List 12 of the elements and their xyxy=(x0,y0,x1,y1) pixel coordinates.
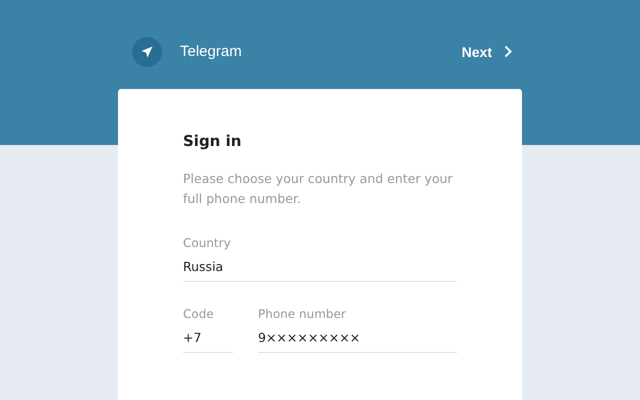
country-field[interactable]: Russia xyxy=(183,251,457,282)
app-name: Telegram xyxy=(180,43,242,60)
phone-field[interactable]: 9××××××××× xyxy=(258,322,457,353)
paper-plane-icon xyxy=(132,36,162,66)
description-text: Please choose your country and enter your full phone number. xyxy=(183,170,454,208)
next-button[interactable]: Next xyxy=(462,44,512,60)
sign-in-title: Sign in xyxy=(183,131,242,151)
field-label: Country xyxy=(183,235,232,251)
field-label: Code xyxy=(183,306,215,322)
code-field[interactable]: +7 xyxy=(183,322,233,353)
field-label: Phone number xyxy=(258,306,347,322)
chevron-right-icon xyxy=(504,45,512,58)
